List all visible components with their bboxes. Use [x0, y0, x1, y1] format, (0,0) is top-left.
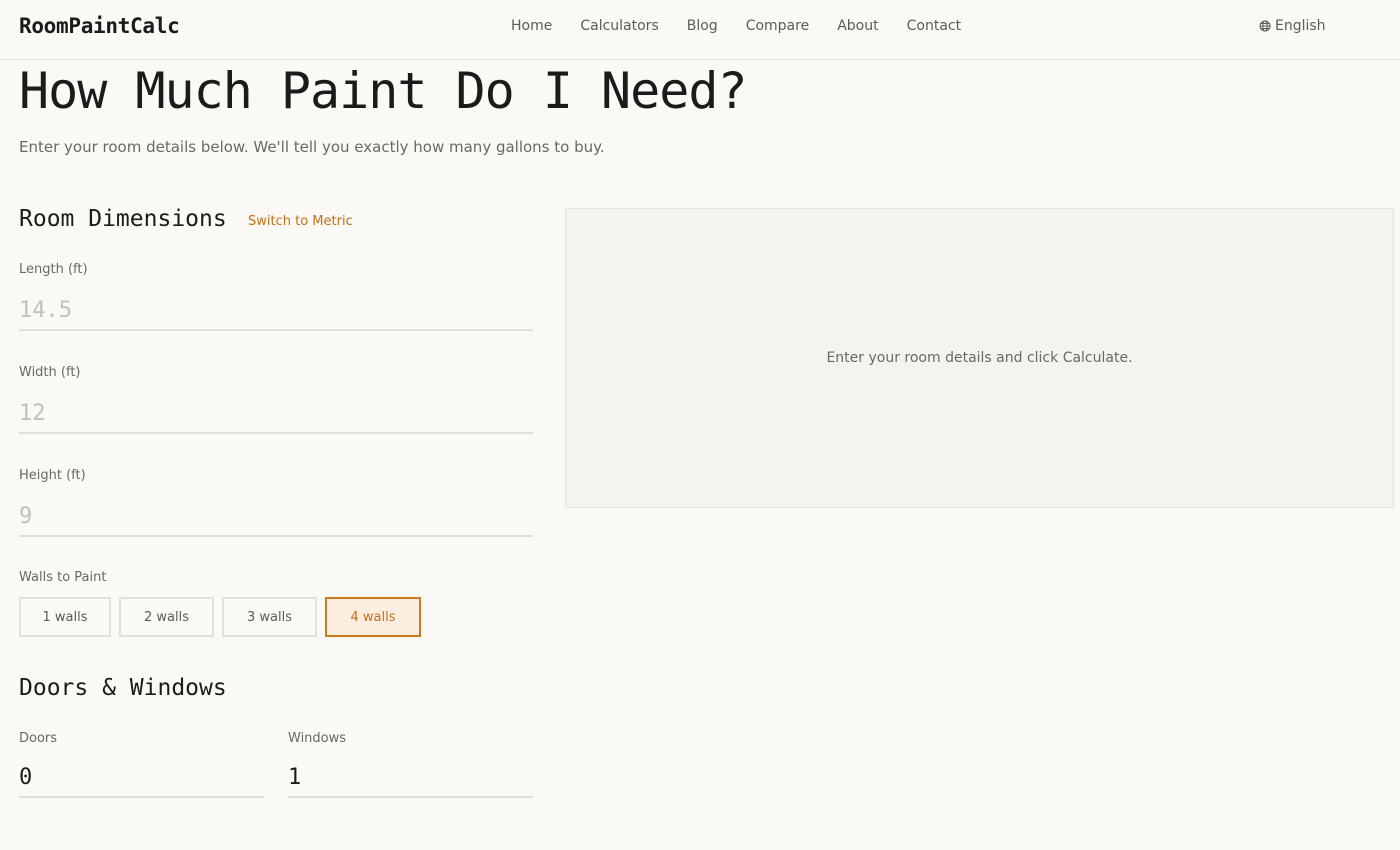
height-field: Height (ft) — [19, 468, 533, 537]
language-selector[interactable]: English — [1259, 18, 1326, 34]
switch-to-metric-link[interactable]: Switch to Metric — [248, 214, 353, 229]
results-panel: Enter your room details and click Calcul… — [565, 208, 1394, 508]
globe-icon — [1259, 20, 1271, 32]
windows-label: Windows — [288, 731, 347, 746]
nav-home[interactable]: Home — [511, 18, 552, 34]
room-dimensions-title: Room Dimensions — [19, 206, 227, 232]
nav-compare[interactable]: Compare — [746, 18, 810, 34]
main-nav: Home Calculators Blog Compare About Cont… — [511, 18, 961, 34]
height-input[interactable] — [19, 497, 533, 537]
walls-option-2[interactable]: 2 walls — [119, 597, 214, 637]
nav-blog[interactable]: Blog — [687, 18, 718, 34]
width-field: Width (ft) — [19, 365, 533, 434]
doors-field: Doors — [19, 731, 264, 798]
length-label: Length (ft) — [19, 262, 88, 277]
length-input[interactable] — [19, 291, 533, 331]
walls-option-1[interactable]: 1 walls — [19, 597, 111, 637]
doors-windows-title: Doors & Windows — [19, 675, 227, 701]
width-input[interactable] — [19, 394, 533, 434]
page-subtitle: Enter your room details below. We'll tel… — [19, 138, 605, 156]
results-message: Enter your room details and click Calcul… — [826, 350, 1133, 366]
walls-to-paint-label: Walls to Paint — [19, 570, 107, 585]
brand-logo[interactable]: RoomPaintCalc — [19, 14, 180, 38]
length-field: Length (ft) — [19, 262, 533, 331]
height-label: Height (ft) — [19, 468, 86, 483]
walls-option-4[interactable]: 4 walls — [325, 597, 421, 637]
site-header: RoomPaintCalc Home Calculators Blog Comp… — [0, 0, 1400, 60]
windows-input[interactable] — [288, 758, 533, 798]
doors-label: Doors — [19, 731, 58, 746]
doors-input[interactable] — [19, 758, 264, 798]
walls-selector: 1 walls 2 walls 3 walls 4 walls — [19, 597, 421, 637]
nav-contact[interactable]: Contact — [907, 18, 961, 34]
nav-calculators[interactable]: Calculators — [580, 18, 658, 34]
page-title: How Much Paint Do I Need? — [19, 62, 748, 120]
width-label: Width (ft) — [19, 365, 81, 380]
walls-option-3[interactable]: 3 walls — [222, 597, 317, 637]
windows-field: Windows — [288, 731, 533, 798]
language-label: English — [1275, 18, 1326, 34]
nav-about[interactable]: About — [837, 18, 878, 34]
